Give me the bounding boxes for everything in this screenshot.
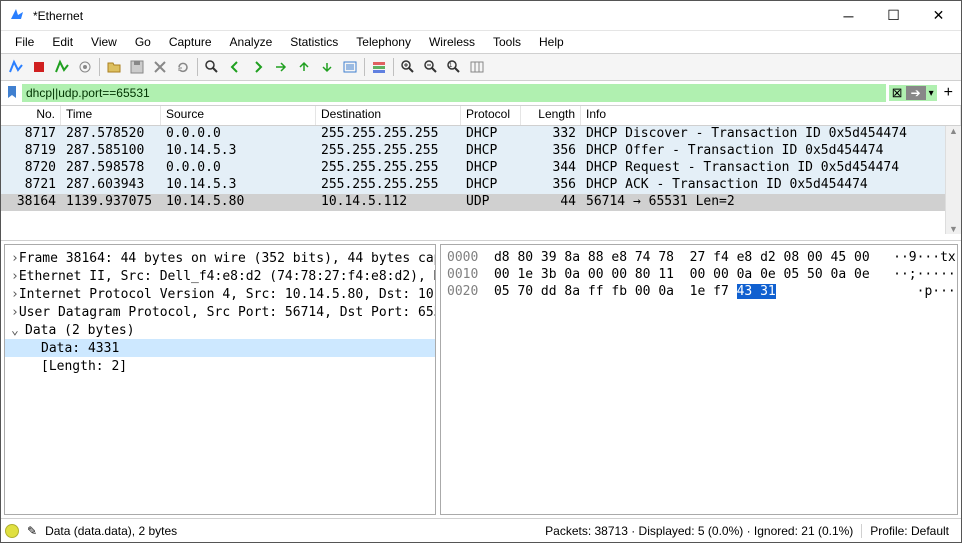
packet-row[interactable]: 381641139.93707510.14.5.8010.14.5.112UDP… <box>1 194 961 211</box>
toolbar: 1 <box>1 53 961 81</box>
bottom-panes: ›Frame 38164: 44 bytes on wire (352 bits… <box>1 240 961 518</box>
tree-data-header[interactable]: ⌄Data (2 bytes) <box>5 321 435 339</box>
menu-edit[interactable]: Edit <box>44 33 81 51</box>
start-capture-icon[interactable] <box>5 56 27 78</box>
maximize-button[interactable]: ☐ <box>871 1 916 30</box>
clear-filter-icon[interactable]: ⊠ <box>892 85 903 101</box>
display-filter-input[interactable] <box>22 84 886 102</box>
statusbar: ✎ Data (data.data), 2 bytes Packets: 387… <box>1 518 961 542</box>
menu-wireless[interactable]: Wireless <box>421 33 483 51</box>
auto-scroll-icon[interactable] <box>339 56 361 78</box>
menu-help[interactable]: Help <box>531 33 572 51</box>
menu-analyze[interactable]: Analyze <box>222 33 281 51</box>
packet-list-body[interactable]: 8717287.5785200.0.0.0255.255.255.255DHCP… <box>1 126 961 234</box>
app-shark-icon <box>9 6 25 25</box>
go-first-icon[interactable] <box>293 56 315 78</box>
col-no[interactable]: No. <box>1 106 61 125</box>
tree-udp[interactable]: ›User Datagram Protocol, Src Port: 56714… <box>5 303 435 321</box>
menu-statistics[interactable]: Statistics <box>282 33 346 51</box>
packet-row[interactable]: 8719287.58510010.14.5.3255.255.255.255DH… <box>1 143 961 160</box>
window-title: *Ethernet <box>33 9 83 23</box>
filter-history-dropdown-icon[interactable]: ▾ <box>929 88 934 99</box>
status-profile[interactable]: Profile: Default <box>862 524 957 538</box>
add-filter-button[interactable]: + <box>940 84 957 102</box>
menu-capture[interactable]: Capture <box>161 33 220 51</box>
reload-icon[interactable] <box>172 56 194 78</box>
col-proto[interactable]: Protocol <box>461 106 521 125</box>
display-filter-bar: ⊠ ➔ ▾ + <box>1 81 961 106</box>
menu-file[interactable]: File <box>7 33 42 51</box>
status-field: Data (data.data), 2 bytes <box>45 524 177 538</box>
packet-row[interactable]: 8721287.60394310.14.5.3255.255.255.255DH… <box>1 177 961 194</box>
tree-ip[interactable]: ›Internet Protocol Version 4, Src: 10.14… <box>5 285 435 303</box>
packet-list-header[interactable]: No. Time Source Destination Protocol Len… <box>1 106 961 126</box>
col-length[interactable]: Length <box>521 106 581 125</box>
menu-tools[interactable]: Tools <box>485 33 529 51</box>
packet-list-scrollbar[interactable] <box>945 126 961 234</box>
tree-frame[interactable]: ›Frame 38164: 44 bytes on wire (352 bits… <box>5 249 435 267</box>
titlebar: *Ethernet ─ ☐ ✕ <box>1 1 961 31</box>
zoom-out-icon[interactable] <box>420 56 442 78</box>
find-packet-icon[interactable] <box>201 56 223 78</box>
capture-options-icon[interactable] <box>74 56 96 78</box>
svg-text:1: 1 <box>449 63 453 69</box>
open-file-icon[interactable] <box>103 56 125 78</box>
restart-capture-icon[interactable] <box>51 56 73 78</box>
packet-row[interactable]: 8720287.5985780.0.0.0255.255.255.255DHCP… <box>1 160 961 177</box>
col-source[interactable]: Source <box>161 106 316 125</box>
tree-ethernet[interactable]: ›Ethernet II, Src: Dell_f4:e8:d2 (74:78:… <box>5 267 435 285</box>
apply-filter-icon[interactable]: ➔ <box>906 86 926 100</box>
close-button[interactable]: ✕ <box>916 1 961 30</box>
packet-bytes-pane[interactable]: 0000 d8 80 39 8a 88 e8 74 78 27 f4 e8 d2… <box>440 244 958 515</box>
stop-capture-icon[interactable] <box>28 56 50 78</box>
zoom-reset-icon[interactable]: 1 <box>443 56 465 78</box>
menu-view[interactable]: View <box>83 33 125 51</box>
zoom-in-icon[interactable] <box>397 56 419 78</box>
menubar: File Edit View Go Capture Analyze Statis… <box>1 31 961 53</box>
resize-columns-icon[interactable] <box>466 56 488 78</box>
col-dest[interactable]: Destination <box>316 106 461 125</box>
expert-info-icon[interactable] <box>5 524 19 538</box>
minimize-button[interactable]: ─ <box>826 1 871 30</box>
col-time[interactable]: Time <box>61 106 161 125</box>
menu-go[interactable]: Go <box>127 33 159 51</box>
packet-row[interactable]: 8717287.5785200.0.0.0255.255.255.255DHCP… <box>1 126 961 143</box>
status-packets: Packets: 38713 · Displayed: 5 (0.0%) · I… <box>537 524 862 538</box>
tree-data-value[interactable]: Data: 4331 <box>5 339 435 357</box>
colorize-icon[interactable] <box>368 56 390 78</box>
menu-telephony[interactable]: Telephony <box>348 33 419 51</box>
filter-bookmark-icon[interactable] <box>5 85 19 102</box>
go-to-packet-icon[interactable] <box>270 56 292 78</box>
save-file-icon[interactable] <box>126 56 148 78</box>
tree-data-length[interactable]: [Length: 2] <box>5 357 435 375</box>
packet-details-pane[interactable]: ›Frame 38164: 44 bytes on wire (352 bits… <box>4 244 436 515</box>
packet-list-pane: No. Time Source Destination Protocol Len… <box>1 106 961 234</box>
col-info[interactable]: Info <box>581 106 961 125</box>
go-forward-icon[interactable] <box>247 56 269 78</box>
go-back-icon[interactable] <box>224 56 246 78</box>
close-file-icon[interactable] <box>149 56 171 78</box>
go-last-icon[interactable] <box>316 56 338 78</box>
edit-icon[interactable]: ✎ <box>27 524 37 538</box>
